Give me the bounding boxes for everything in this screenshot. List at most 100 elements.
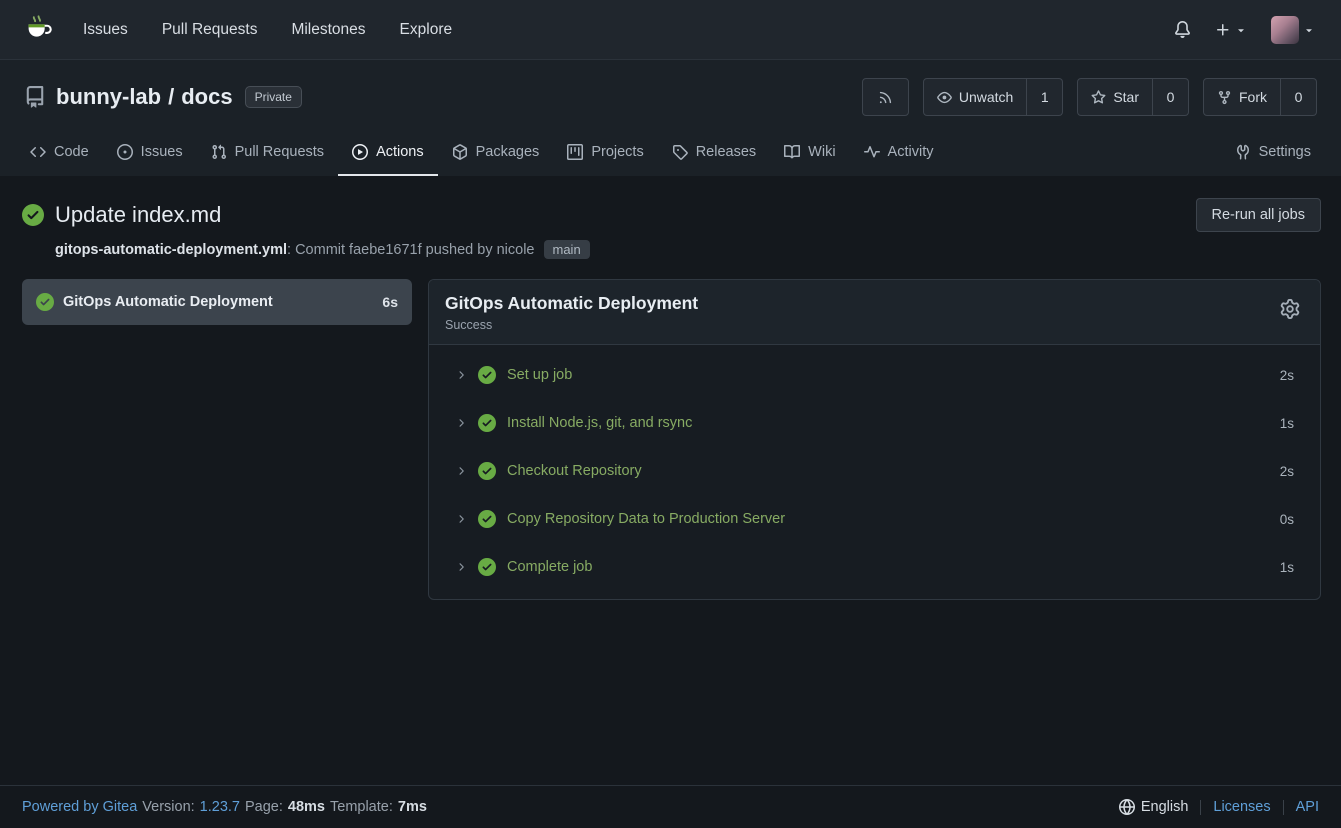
step-row[interactable]: Set up job 2s <box>429 351 1320 399</box>
tab-settings[interactable]: Settings <box>1221 130 1325 176</box>
watch-button-group: Unwatch 1 <box>923 78 1063 116</box>
step-row[interactable]: Copy Repository Data to Production Serve… <box>429 495 1320 543</box>
licenses-link[interactable]: Licenses <box>1213 799 1270 815</box>
job-name: GitOps Automatic Deployment <box>63 294 273 310</box>
run-body: GitOps Automatic Deployment 6s GitOps Au… <box>22 279 1321 600</box>
footer-divider <box>1200 800 1201 815</box>
check-circle-icon <box>478 510 496 528</box>
repo-owner-link[interactable]: bunny-lab <box>56 84 161 110</box>
fork-icon <box>1217 90 1232 105</box>
step-duration: 2s <box>1280 368 1294 383</box>
workflow-file-name: gitops-automatic-deployment.yml <box>55 242 287 258</box>
tab-issues-label: Issues <box>141 144 183 160</box>
forks-count[interactable]: 0 <box>1281 78 1317 116</box>
tab-projects[interactable]: Projects <box>553 130 657 176</box>
tab-releases[interactable]: Releases <box>658 130 770 176</box>
chevron-right-icon[interactable] <box>455 369 467 381</box>
step-duration: 1s <box>1280 416 1294 431</box>
unwatch-button[interactable]: Unwatch <box>923 78 1027 116</box>
step-row[interactable]: Checkout Repository 2s <box>429 447 1320 495</box>
chevron-right-icon[interactable] <box>455 465 467 477</box>
job-options-button[interactable] <box>1278 293 1302 325</box>
rerun-all-jobs-button[interactable]: Re-run all jobs <box>1196 198 1322 232</box>
tag-icon <box>672 144 688 160</box>
job-list: GitOps Automatic Deployment 6s <box>22 279 412 325</box>
job-status-text: Success <box>445 318 698 332</box>
repo-title-row: bunny-lab / docs Private Unwatch 1 <box>0 78 1341 116</box>
code-icon <box>30 144 46 160</box>
tab-actions-label: Actions <box>376 144 424 160</box>
step-row[interactable]: Install Node.js, git, and rsync 1s <box>429 399 1320 447</box>
rss-button[interactable] <box>862 78 909 116</box>
version-link[interactable]: 1.23.7 <box>200 799 240 815</box>
tab-packages-label: Packages <box>476 144 540 160</box>
fork-label: Fork <box>1239 89 1267 105</box>
job-list-item[interactable]: GitOps Automatic Deployment 6s <box>22 279 412 325</box>
tab-packages[interactable]: Packages <box>438 130 554 176</box>
eye-icon <box>937 90 952 105</box>
check-circle-icon <box>478 414 496 432</box>
tab-code[interactable]: Code <box>16 130 103 176</box>
play-circle-icon <box>352 144 368 160</box>
fork-button-group: Fork 0 <box>1203 78 1317 116</box>
caret-down-icon <box>1303 24 1315 36</box>
nav-pull-requests[interactable]: Pull Requests <box>145 0 275 60</box>
nav-explore[interactable]: Explore <box>383 0 470 60</box>
run-header: Update index.md Re-run all jobs <box>22 198 1321 232</box>
stars-count[interactable]: 0 <box>1153 78 1189 116</box>
fork-button[interactable]: Fork <box>1203 78 1281 116</box>
user-menu-button[interactable] <box>1259 0 1327 60</box>
check-circle-icon <box>478 366 496 384</box>
api-link[interactable]: API <box>1296 799 1319 815</box>
footer-divider <box>1283 800 1284 815</box>
run-title: Update index.md <box>55 202 221 228</box>
star-label: Star <box>1113 89 1139 105</box>
powered-by-gitea-link[interactable]: Powered by Gitea <box>22 799 137 815</box>
check-circle-icon <box>36 293 54 311</box>
unwatch-label: Unwatch <box>959 89 1013 105</box>
tab-code-label: Code <box>54 144 89 160</box>
watchers-count[interactable]: 1 <box>1027 78 1063 116</box>
chevron-right-icon[interactable] <box>455 513 467 525</box>
language-selector[interactable]: English <box>1119 799 1189 815</box>
plus-icon <box>1215 22 1231 38</box>
tab-issues[interactable]: Issues <box>103 130 197 176</box>
nav-issues[interactable]: Issues <box>66 0 145 60</box>
gear-icon <box>1280 299 1300 319</box>
step-duration: 2s <box>1280 464 1294 479</box>
template-time-label: Template: <box>330 799 393 815</box>
step-row[interactable]: Complete job 1s <box>429 543 1320 591</box>
gitea-logo[interactable] <box>14 13 66 47</box>
tab-actions[interactable]: Actions <box>338 130 438 176</box>
job-duration: 6s <box>382 294 398 310</box>
repo-tabs: Code Issues Pull Requests Actions Packag… <box>0 130 1341 176</box>
bell-icon <box>1174 21 1191 38</box>
tab-wiki[interactable]: Wiki <box>770 130 849 176</box>
chevron-right-icon[interactable] <box>455 561 467 573</box>
tab-activity[interactable]: Activity <box>850 130 948 176</box>
nav-milestones[interactable]: Milestones <box>274 0 382 60</box>
branch-badge[interactable]: main <box>544 240 590 259</box>
tab-settings-label: Settings <box>1259 144 1311 160</box>
rss-icon <box>878 90 893 105</box>
pulse-icon <box>864 144 880 160</box>
job-detail-card: GitOps Automatic Deployment Success Set … <box>428 279 1321 600</box>
step-name: Install Node.js, git, and rsync <box>507 415 692 431</box>
issue-opened-icon <box>117 144 133 160</box>
step-list: Set up job 2s Install Node.js, git, and … <box>429 345 1320 599</box>
job-detail-header: GitOps Automatic Deployment Success <box>429 280 1320 345</box>
step-name: Checkout Repository <box>507 463 642 479</box>
create-new-button[interactable] <box>1203 0 1259 60</box>
step-name: Complete job <box>507 559 592 575</box>
star-button[interactable]: Star <box>1077 78 1153 116</box>
step-duration: 1s <box>1280 560 1294 575</box>
pull-request-icon <box>211 144 227 160</box>
book-icon <box>784 144 800 160</box>
notifications-button[interactable] <box>1162 0 1203 60</box>
private-badge: Private <box>245 86 302 108</box>
chevron-right-icon[interactable] <box>455 417 467 429</box>
repo-name-link[interactable]: docs <box>181 84 232 110</box>
footer-left: Powered by Gitea Version: 1.23.7 Page: 4… <box>22 799 427 815</box>
tab-pull-requests[interactable]: Pull Requests <box>197 130 338 176</box>
star-button-group: Star 0 <box>1077 78 1189 116</box>
